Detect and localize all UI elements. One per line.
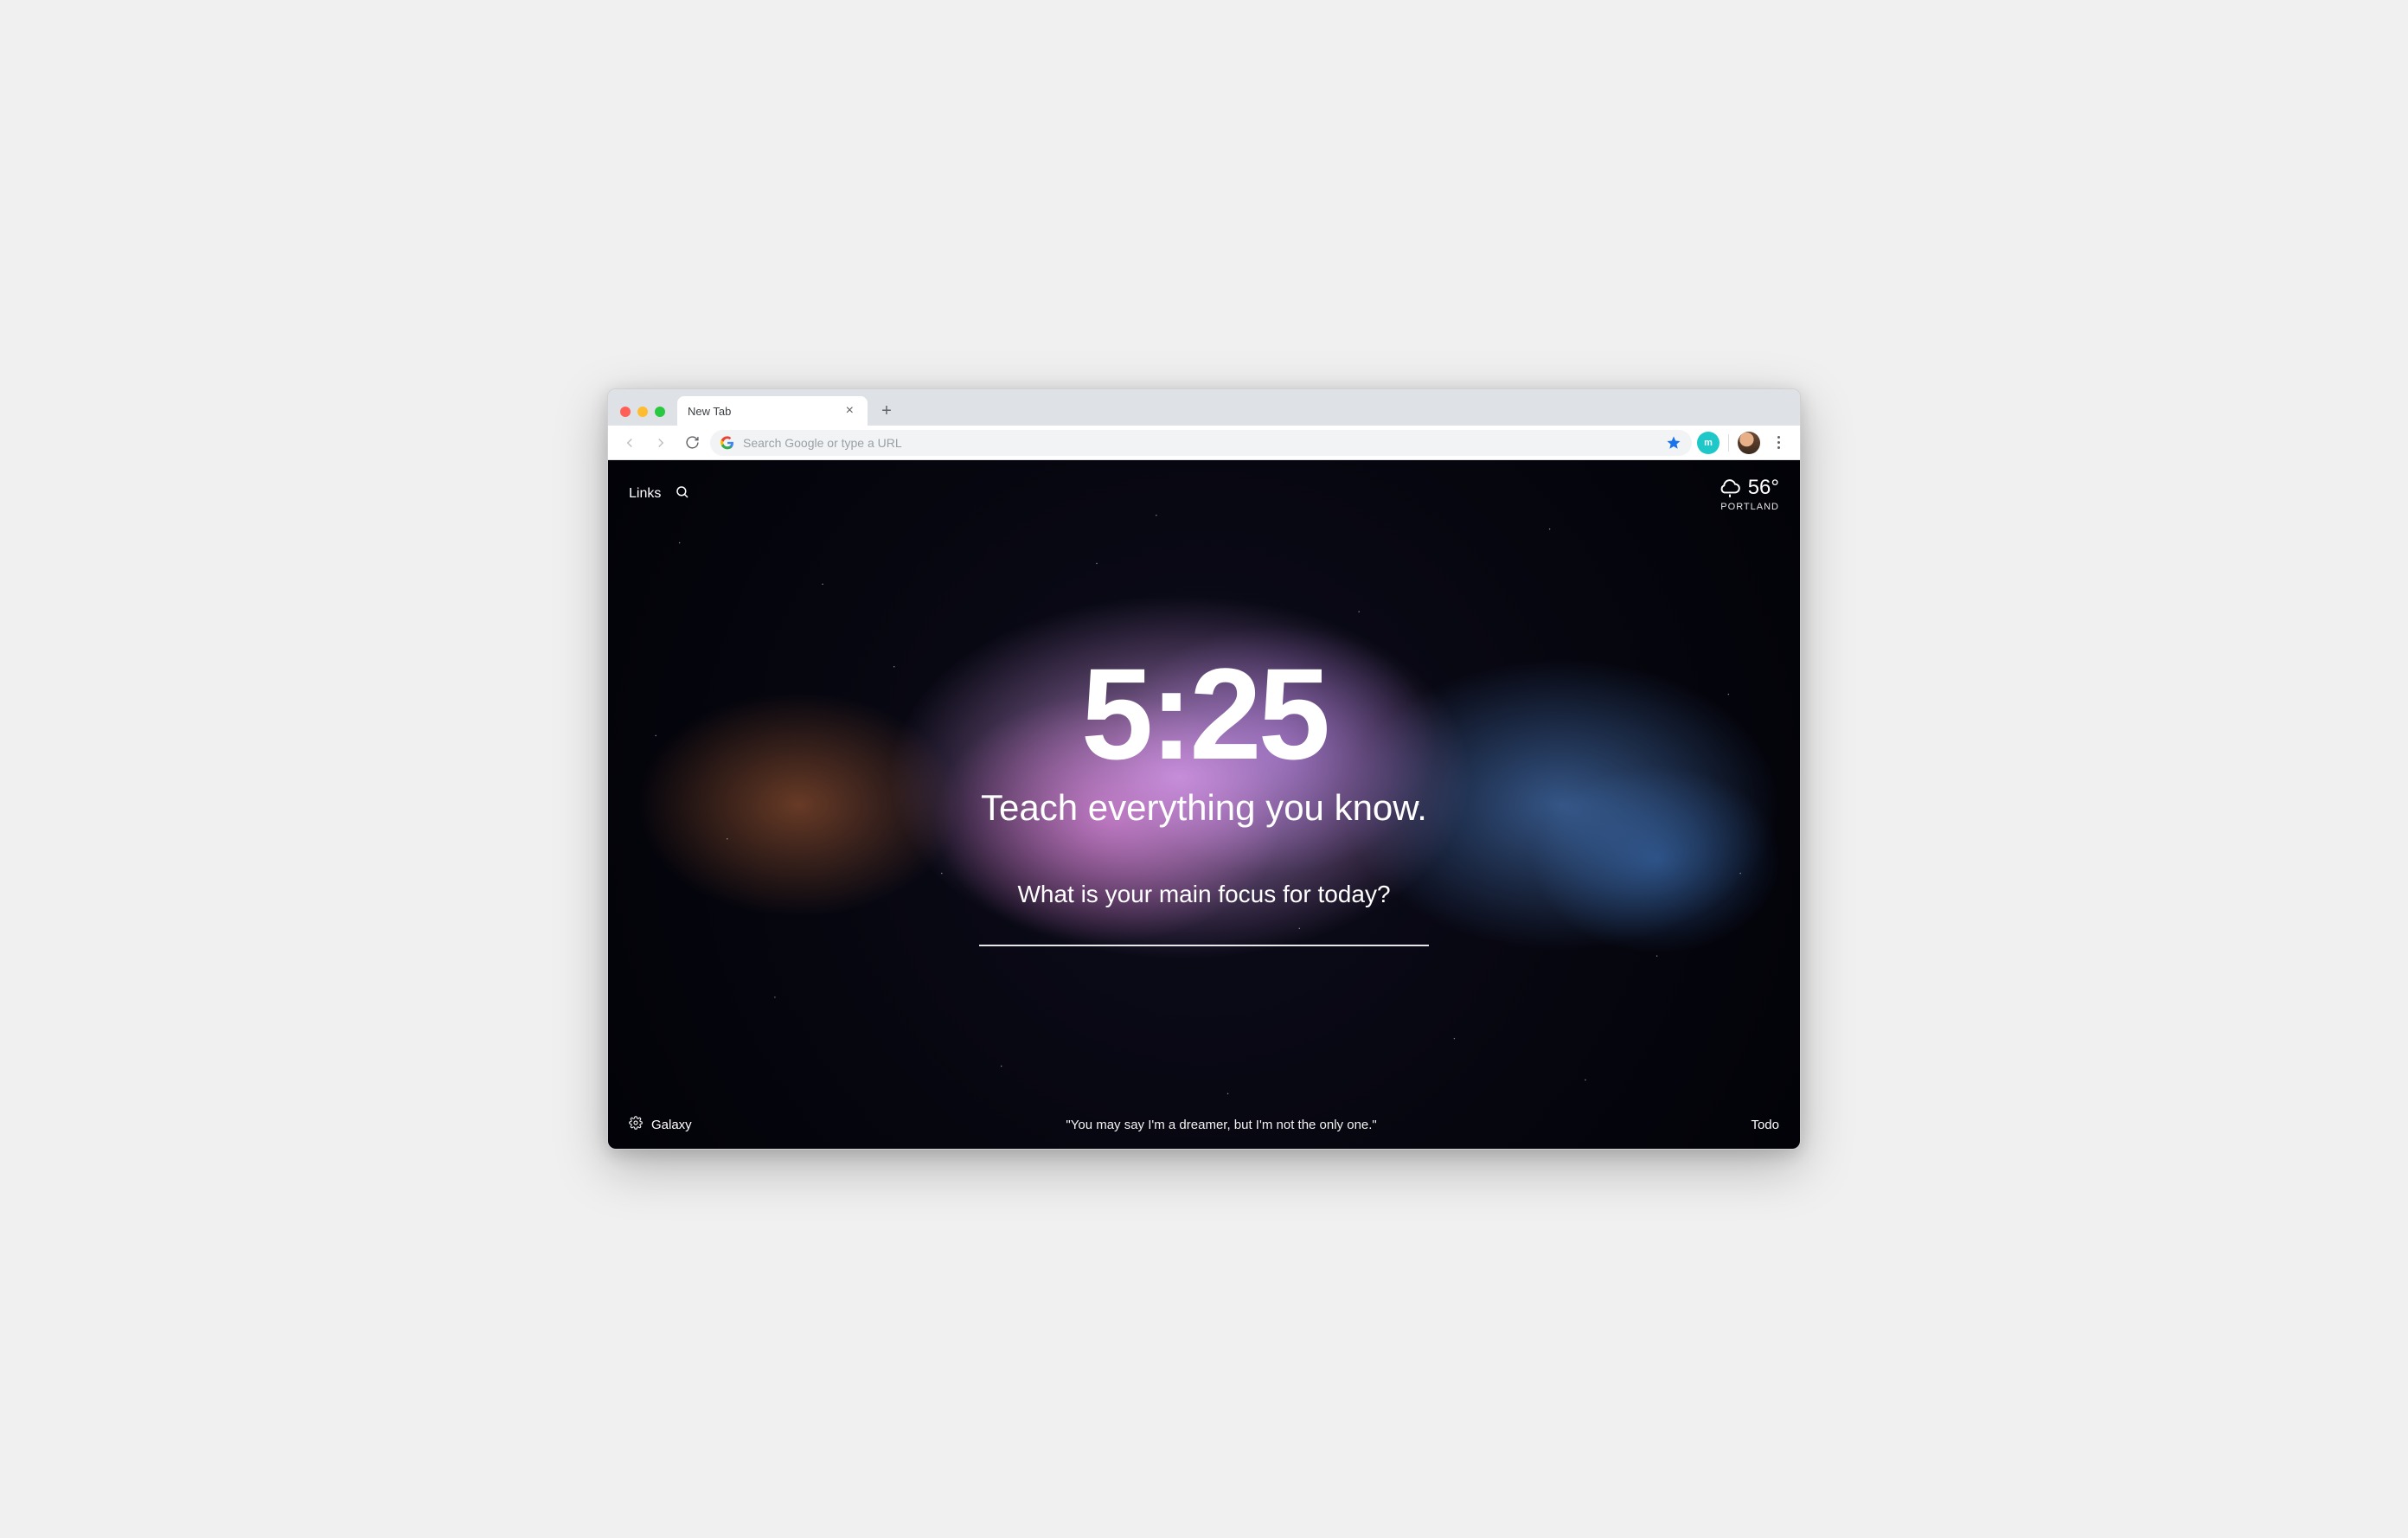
- forward-button[interactable]: [648, 430, 674, 456]
- browser-tab[interactable]: New Tab ×: [677, 396, 868, 426]
- extension-avatar[interactable]: m: [1697, 432, 1720, 454]
- reload-button[interactable]: [679, 430, 705, 456]
- weather-widget[interactable]: 56° PORTLAND: [1719, 476, 1779, 512]
- omnibox-input[interactable]: [743, 436, 1657, 450]
- gear-icon: [629, 1116, 643, 1130]
- close-tab-button[interactable]: ×: [842, 402, 857, 420]
- clock: 5:25: [1081, 649, 1327, 779]
- address-bar[interactable]: [710, 430, 1692, 456]
- cloud-drizzle-icon: [1719, 477, 1741, 499]
- tab-title: New Tab: [688, 405, 842, 418]
- bottom-bar: Galaxy "You may say I'm a dreamer, but I…: [608, 1102, 1800, 1149]
- kebab-menu-icon: [1777, 436, 1780, 449]
- google-icon: [720, 436, 734, 450]
- settings-button[interactable]: [629, 1116, 643, 1133]
- profile-avatar[interactable]: [1738, 432, 1760, 454]
- photo-source-label[interactable]: Galaxy: [651, 1118, 692, 1132]
- browser-window: New Tab × + m: [607, 388, 1801, 1150]
- back-button[interactable]: [617, 430, 643, 456]
- new-tab-content: Links 56° PORTLAND 5:25 Teach everything…: [608, 460, 1800, 1149]
- close-window-button[interactable]: [620, 407, 631, 417]
- quote-text[interactable]: "You may say I'm a dreamer, but I'm not …: [692, 1118, 1752, 1132]
- toolbar: m: [608, 426, 1800, 460]
- fullscreen-window-button[interactable]: [655, 407, 665, 417]
- tab-strip: New Tab × +: [608, 389, 1800, 426]
- bottom-left-group: Galaxy: [629, 1116, 692, 1133]
- top-left-group: Links: [629, 476, 690, 512]
- search-icon: [675, 484, 690, 500]
- focus-question: What is your main focus for today?: [1017, 881, 1390, 908]
- links-button[interactable]: Links: [629, 486, 661, 502]
- search-button[interactable]: [675, 484, 690, 504]
- weather-city: PORTLAND: [1719, 502, 1779, 512]
- traffic-lights: [615, 407, 672, 426]
- arrow-right-icon: [653, 435, 669, 451]
- toolbar-divider: [1728, 434, 1729, 452]
- browser-menu-button[interactable]: [1765, 430, 1791, 456]
- new-tab-button[interactable]: +: [874, 399, 899, 423]
- mantra-text: Teach everything you know.: [981, 787, 1427, 829]
- weather-temp: 56°: [1748, 476, 1779, 500]
- minimize-window-button[interactable]: [637, 407, 648, 417]
- reload-icon: [685, 435, 700, 450]
- arrow-left-icon: [622, 435, 637, 451]
- center-group: 5:25 Teach everything you know. What is …: [608, 528, 1800, 1102]
- todo-button[interactable]: Todo: [1751, 1118, 1779, 1132]
- focus-input[interactable]: [979, 943, 1429, 946]
- top-bar: Links 56° PORTLAND: [608, 460, 1800, 528]
- bookmark-star-icon[interactable]: [1666, 435, 1681, 451]
